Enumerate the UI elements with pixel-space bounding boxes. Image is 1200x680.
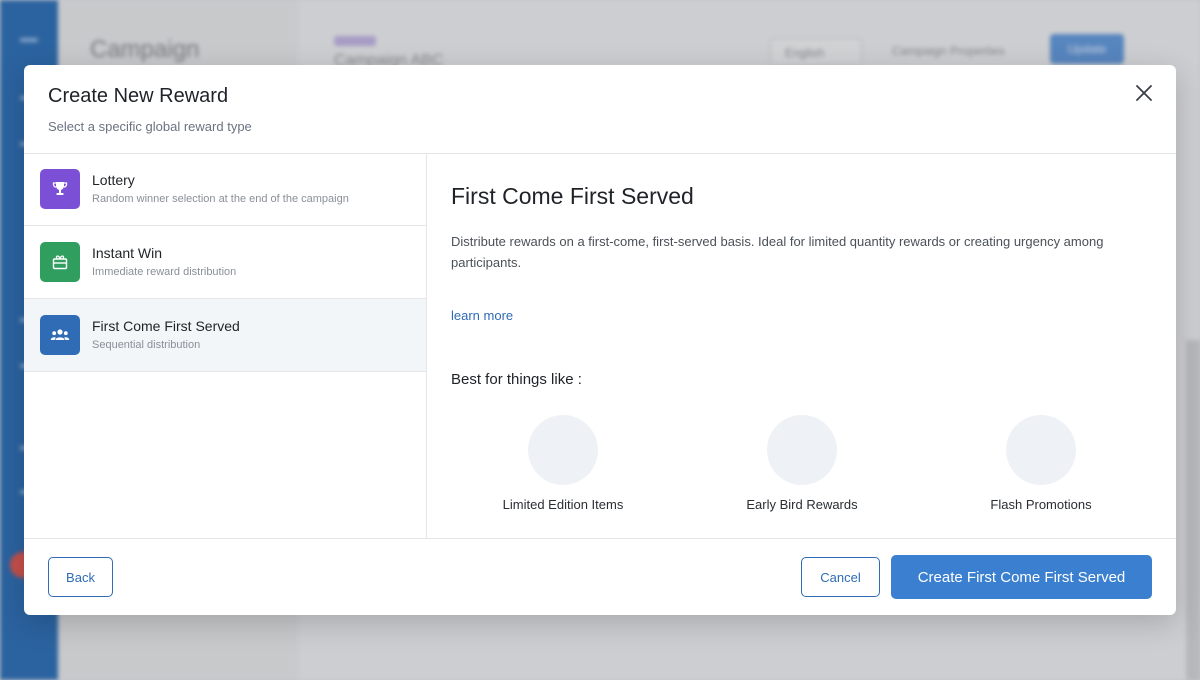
reward-type-description: Random winner selection at the end of th… bbox=[92, 193, 349, 205]
example-image-placeholder bbox=[1006, 415, 1076, 485]
people-icon bbox=[50, 329, 70, 340]
cancel-button[interactable]: Cancel bbox=[801, 557, 880, 597]
reward-type-icon bbox=[40, 242, 80, 282]
reward-type-first-come-first-served[interactable]: First Come First Served Sequential distr… bbox=[24, 299, 426, 372]
dialog-title: Create New Reward bbox=[48, 85, 229, 107]
detail-title: First Come First Served bbox=[451, 183, 694, 209]
reward-type-description: Immediate reward distribution bbox=[92, 266, 237, 278]
dialog-subtitle: Select a specific global reward type bbox=[48, 119, 252, 134]
create-reward-dialog: Create New Reward Select a specific glob… bbox=[24, 65, 1176, 615]
reward-type-icon bbox=[40, 169, 80, 209]
gift-icon bbox=[52, 255, 68, 270]
reward-type-label: First Come First Served bbox=[92, 318, 240, 334]
reward-type-detail: First Come First Served Distribute rewar… bbox=[427, 153, 1176, 538]
example-item: Flash Promotions bbox=[941, 415, 1141, 512]
reward-type-description: Sequential distribution bbox=[92, 339, 201, 351]
reward-type-label: Lottery bbox=[92, 172, 135, 188]
reward-type-list: Lottery Random winner selection at the e… bbox=[24, 153, 427, 538]
back-button[interactable]: Back bbox=[48, 557, 113, 597]
close-button[interactable] bbox=[1132, 81, 1156, 105]
close-icon bbox=[1136, 85, 1152, 101]
dialog-header: Create New Reward Select a specific glob… bbox=[24, 65, 1176, 154]
reward-type-lottery[interactable]: Lottery Random winner selection at the e… bbox=[24, 153, 426, 226]
example-image-placeholder bbox=[767, 415, 837, 485]
reward-type-instant-win[interactable]: Instant Win Immediate reward distributio… bbox=[24, 226, 426, 299]
learn-more-link[interactable]: learn more bbox=[451, 308, 513, 323]
dialog-footer: Back Cancel Create First Come First Serv… bbox=[24, 538, 1176, 615]
trophy-icon bbox=[52, 182, 68, 195]
example-label: Early Bird Rewards bbox=[746, 497, 858, 512]
example-image-placeholder bbox=[528, 415, 598, 485]
reward-type-icon bbox=[40, 315, 80, 355]
best-for-heading: Best for things like : bbox=[451, 371, 582, 388]
example-label: Limited Edition Items bbox=[502, 497, 624, 512]
create-reward-button[interactable]: Create First Come First Served bbox=[891, 555, 1152, 599]
example-item: Limited Edition Items bbox=[463, 415, 663, 512]
example-label: Flash Promotions bbox=[990, 497, 1092, 512]
reward-type-label: Instant Win bbox=[92, 245, 163, 261]
example-item: Early Bird Rewards bbox=[702, 415, 902, 512]
detail-description: Distribute rewards on a first-come, firs… bbox=[451, 234, 1104, 270]
